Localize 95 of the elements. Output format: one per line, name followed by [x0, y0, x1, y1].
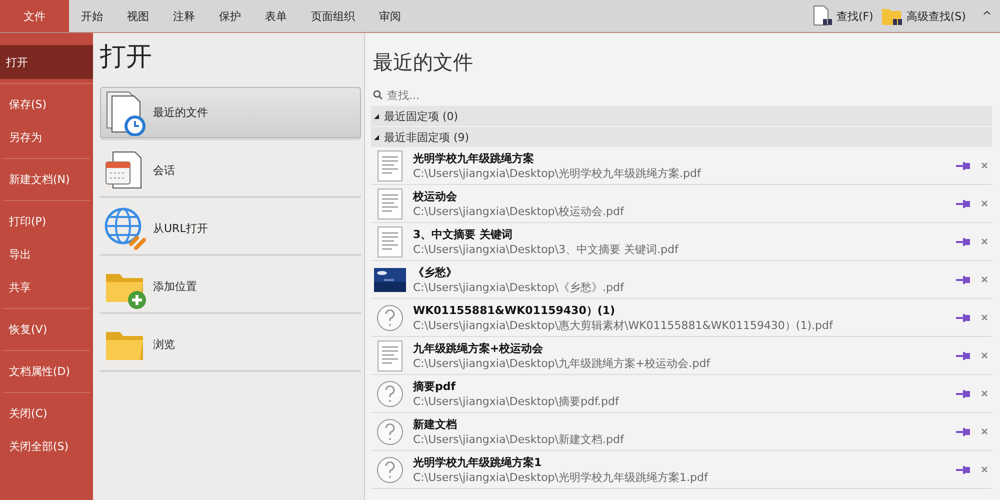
sidebar-item[interactable]: 新建文档(N) — [3, 163, 90, 196]
file-path: C:\Users\jiangxia\Desktop\惠大剪辑素材\WK01155881&WK01159430）(1).pdf — [413, 318, 834, 332]
recent-file-row[interactable]: 九年级跳绳方案+校运动会 C:\Users\jiangxia\Desktop\九年级跳绳方案+校运动会.pdf — [371, 337, 992, 375]
file-path: C:\Users\jiangxia\Desktop\光明学校九年级跳绳方案.pdf — [413, 166, 702, 180]
close-icon[interactable] — [981, 238, 988, 245]
section-header[interactable]: 最近固定项 (0) — [371, 106, 992, 126]
sidebar-item[interactable]: 保存(S) — [3, 88, 90, 121]
open-option[interactable]: 会话 — [100, 145, 361, 198]
recent-file-row[interactable]: 光明学校九年级跳绳方案1 C:\Users\jiangxia\Desktop\光明学校九年级跳绳方案1.pdf — [371, 451, 992, 489]
pin-icon[interactable] — [955, 236, 971, 246]
option-label: 从URL打开 — [153, 221, 208, 236]
file-path: C:\Users\jiangxia\Desktop\3、中文摘要 关键词.pdf — [413, 242, 680, 256]
pin-icon[interactable] — [955, 426, 971, 436]
pin-icon[interactable] — [955, 388, 971, 398]
recent-file-row[interactable]: 《乡愁》 C:\Users\jiangxia\Desktop\《乡愁》.pdf — [371, 261, 992, 299]
file-name: 光明学校九年级跳绳方案 — [413, 150, 535, 166]
sidebar-item[interactable]: 导出 — [3, 238, 90, 271]
recent-file-row[interactable]: WK01155881&WK01159430）(1) C:\Users\jiangxia\Desktop\惠大剪辑素材\WK01155881&WK01159430）(1).pdf — [371, 299, 992, 337]
close-icon[interactable] — [981, 428, 988, 435]
option-label: 最近的文件 — [153, 105, 208, 120]
question-circle-icon — [376, 380, 404, 408]
question-circle-icon — [376, 418, 404, 446]
open-option[interactable]: 浏览 — [100, 319, 361, 372]
file-name: 3、中文摘要 关键词 — [413, 226, 514, 242]
sidebar-item[interactable]: 文档属性(D) — [3, 355, 90, 388]
document-thumbnail-icon — [377, 340, 403, 372]
file-name: 光明学校九年级跳绳方案1 — [413, 454, 543, 470]
panel-title: 打开 — [100, 41, 153, 74]
pin-icon[interactable] — [955, 312, 971, 322]
file-name: 摘要pdf — [413, 378, 457, 394]
open-option[interactable]: 添加位置 — [100, 261, 361, 314]
sidebar-item[interactable]: 打印(P) — [3, 205, 90, 238]
close-icon[interactable] — [981, 200, 988, 207]
document-thumbnail-icon — [377, 150, 403, 182]
file-name: WK01155881&WK01159430）(1) — [413, 302, 616, 318]
pin-icon[interactable] — [955, 274, 971, 284]
document-binoculars-icon — [811, 5, 834, 27]
sidebar-item[interactable]: 恢复(V) — [3, 313, 90, 346]
menu-tab[interactable]: 注释 — [161, 0, 207, 32]
menu-tab[interactable]: 页面组织 — [299, 0, 367, 32]
pin-icon[interactable] — [955, 160, 971, 170]
recent-file-row[interactable]: 校运动会 C:\Users\jiangxia\Desktop\校运动会.pdf — [371, 185, 992, 223]
question-circle-icon — [376, 304, 404, 332]
recent-file-row[interactable]: 新建文档 C:\Users\jiangxia\Desktop\新建文档.pdf — [371, 413, 992, 451]
close-icon[interactable] — [981, 390, 988, 397]
close-icon[interactable] — [981, 314, 988, 321]
menu-tab[interactable]: 表单 — [253, 0, 299, 32]
globe-link-icon — [103, 206, 149, 252]
sidebar-item[interactable]: 关闭(C) — [3, 397, 90, 430]
sidebar-item[interactable]: 关闭全部(S) — [3, 430, 90, 463]
document-thumbnail-icon — [377, 188, 403, 220]
file-name: 新建文档 — [413, 416, 458, 432]
menu-tab[interactable]: 审阅 — [367, 0, 413, 32]
section-header[interactable]: 最近非固定项 (9) — [371, 127, 992, 147]
open-option[interactable]: 从URL打开 — [100, 203, 361, 256]
recent-file-row[interactable]: 光明学校九年级跳绳方案 C:\Users\jiangxia\Desktop\光明学校九年级跳绳方案.pdf — [371, 147, 992, 185]
advanced-find-button[interactable]: 高级查找(S) — [877, 0, 970, 32]
find-button[interactable]: 查找(F) — [807, 0, 878, 32]
file-name: 《乡愁》 — [413, 264, 458, 280]
option-label: 浏览 — [153, 337, 175, 352]
close-icon[interactable] — [981, 466, 988, 473]
pin-icon[interactable] — [955, 198, 971, 208]
pin-icon[interactable] — [955, 350, 971, 360]
sidebar-item[interactable]: 另存为 — [3, 121, 90, 154]
file-path: C:\Users\jiangxia\Desktop\《乡愁》.pdf — [413, 280, 626, 294]
close-icon[interactable] — [981, 276, 988, 283]
menu-tab[interactable]: 文件 — [0, 0, 69, 32]
close-icon[interactable] — [981, 162, 988, 169]
collapse-triangle-icon[interactable] — [373, 134, 380, 140]
option-label: 添加位置 — [153, 279, 197, 294]
search-icon — [373, 90, 383, 100]
option-label: 会话 — [153, 163, 175, 178]
search-field[interactable]: 查找... — [371, 85, 992, 105]
question-circle-icon — [376, 456, 404, 484]
pin-icon[interactable] — [955, 464, 971, 474]
menu-tab[interactable]: 保护 — [207, 0, 253, 32]
sidebar-item[interactable]: 共享 — [3, 271, 90, 304]
file-path: C:\Users\jiangxia\Desktop\光明学校九年级跳绳方案1.pdf — [413, 470, 710, 484]
file-path: C:\Users\jiangxia\Desktop\摘要pdf.pdf — [413, 394, 620, 408]
menu-tab[interactable]: 视图 — [115, 0, 161, 32]
file-path: C:\Users\jiangxia\Desktop\新建文档.pdf — [413, 432, 626, 446]
file-name: 校运动会 — [413, 188, 458, 204]
panel-title: 最近的文件 — [372, 48, 474, 76]
close-icon[interactable] — [981, 352, 988, 359]
open-option[interactable]: 最近的文件 — [100, 87, 361, 140]
file-name: 九年级跳绳方案+校运动会 — [413, 340, 544, 356]
collapse-ribbon-button[interactable]: ^ — [970, 0, 1000, 32]
sidebar-item[interactable]: 打开 — [0, 45, 93, 79]
recent-file-row[interactable]: 摘要pdf C:\Users\jiangxia\Desktop\摘要pdf.pdf — [371, 375, 992, 413]
menu-tab[interactable]: 开始 — [69, 0, 115, 32]
recent-file-row[interactable]: 3、中文摘要 关键词 C:\Users\jiangxia\Desktop\3、中文摘要 关键词.pdf — [371, 223, 992, 261]
document-thumbnail-icon — [377, 226, 403, 258]
file-path: C:\Users\jiangxia\Desktop\九年级跳绳方案+校运动会.pdf — [413, 356, 712, 370]
file-path: C:\Users\jiangxia\Desktop\校运动会.pdf — [413, 204, 626, 218]
collapse-triangle-icon[interactable] — [373, 112, 380, 120]
